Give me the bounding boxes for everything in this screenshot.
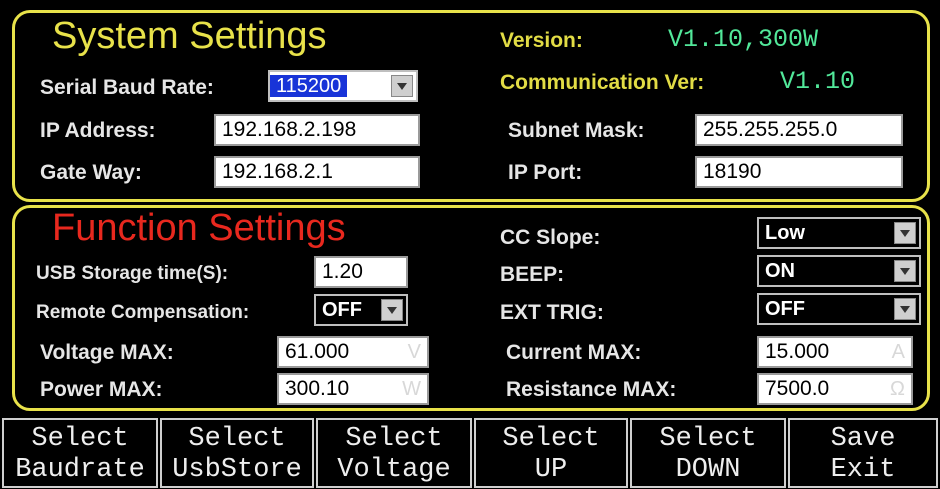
voltage-unit: V: [407, 341, 421, 363]
current-max-value: 15.000: [765, 340, 830, 363]
subnet-mask-label: Subnet Mask:: [508, 119, 645, 142]
resistance-max-label: Resistance MAX:: [506, 378, 677, 401]
serial-baud-rate-label: Serial Baud Rate:: [40, 76, 214, 99]
resistance-unit: Ω: [890, 378, 905, 400]
usb-storage-time-label: USB Storage time(S):: [36, 263, 229, 284]
chevron-down-icon[interactable]: [894, 260, 916, 282]
ip-port-label: IP Port:: [508, 161, 583, 184]
gateway-label: Gate Way:: [40, 161, 142, 184]
current-unit: A: [891, 341, 905, 363]
voltage-max-value: 61.000: [285, 340, 350, 363]
baud-rate-value: 115200: [270, 75, 348, 97]
chevron-down-icon[interactable]: [381, 299, 403, 321]
communication-ver-value: V1.10: [780, 67, 856, 96]
function-settings-title: Function Settings: [52, 207, 346, 249]
select-baudrate-softkey[interactable]: Select Baudrate: [2, 418, 158, 488]
voltage-max-label: Voltage MAX:: [40, 341, 174, 364]
softkey-line1: Save: [830, 424, 896, 454]
ip-port-field[interactable]: 18190: [695, 156, 903, 188]
beep-select[interactable]: ON: [757, 255, 921, 287]
chevron-down-icon[interactable]: [391, 75, 413, 97]
communication-ver-label: Communication Ver:: [500, 71, 705, 94]
power-max-value: 300.10: [285, 377, 350, 400]
version-value: V1.10,300W: [668, 25, 819, 54]
ip-address-field[interactable]: 192.168.2.198: [214, 114, 420, 146]
softkey-line2: Exit: [830, 455, 896, 485]
softkey-line1: Select: [659, 424, 757, 454]
resistance-max-value: 7500.0: [765, 377, 830, 400]
save-exit-softkey[interactable]: Save Exit: [788, 418, 938, 488]
beep-value: ON: [765, 260, 795, 282]
system-settings-title: System Settings: [52, 15, 327, 57]
subnet-mask-field[interactable]: 255.255.255.0: [695, 114, 903, 146]
ext-trig-label: EXT TRIG:: [500, 301, 604, 324]
softkey-line2: DOWN: [675, 455, 741, 485]
select-voltage-softkey[interactable]: Select Voltage: [316, 418, 472, 488]
select-usbstore-softkey[interactable]: Select UsbStore: [160, 418, 314, 488]
softkey-line1: Select: [502, 424, 600, 454]
softkey-line1: Select: [188, 424, 286, 454]
softkey-line1: Select: [345, 424, 443, 454]
resistance-max-field[interactable]: 7500.0 Ω: [757, 373, 913, 405]
chevron-down-icon[interactable]: [894, 298, 916, 320]
voltage-max-field[interactable]: 61.000 V: [277, 336, 429, 368]
gateway-field[interactable]: 192.168.2.1: [214, 156, 420, 188]
softkey-line2: Baudrate: [15, 455, 145, 485]
ext-trig-value: OFF: [765, 298, 805, 320]
ip-address-label: IP Address:: [40, 119, 156, 142]
beep-label: BEEP:: [500, 263, 565, 286]
select-up-softkey[interactable]: Select UP: [474, 418, 628, 488]
remote-compensation-label: Remote Compensation:: [36, 302, 250, 323]
select-down-softkey[interactable]: Select DOWN: [630, 418, 786, 488]
softkey-line2: UP: [534, 455, 568, 485]
current-max-field[interactable]: 15.000 A: [757, 336, 913, 368]
version-label: Version:: [500, 29, 583, 52]
cc-slope-label: CC Slope:: [500, 226, 601, 249]
ext-trig-select[interactable]: OFF: [757, 293, 921, 325]
power-max-field[interactable]: 300.10 W: [277, 373, 429, 405]
chevron-down-icon[interactable]: [894, 222, 916, 244]
current-max-label: Current MAX:: [506, 341, 642, 364]
softkey-line2: Voltage: [337, 455, 451, 485]
remote-compensation-value: OFF: [322, 299, 362, 321]
usb-storage-time-field[interactable]: 1.20: [314, 256, 408, 288]
power-unit: W: [402, 378, 421, 400]
power-max-label: Power MAX:: [40, 378, 163, 401]
cc-slope-value: Low: [765, 222, 805, 244]
remote-compensation-select[interactable]: OFF: [314, 294, 408, 326]
softkey-line1: Select: [31, 424, 129, 454]
softkey-line2: UsbStore: [172, 455, 302, 485]
baud-rate-select[interactable]: 115200: [268, 70, 418, 102]
cc-slope-select[interactable]: Low: [757, 217, 921, 249]
